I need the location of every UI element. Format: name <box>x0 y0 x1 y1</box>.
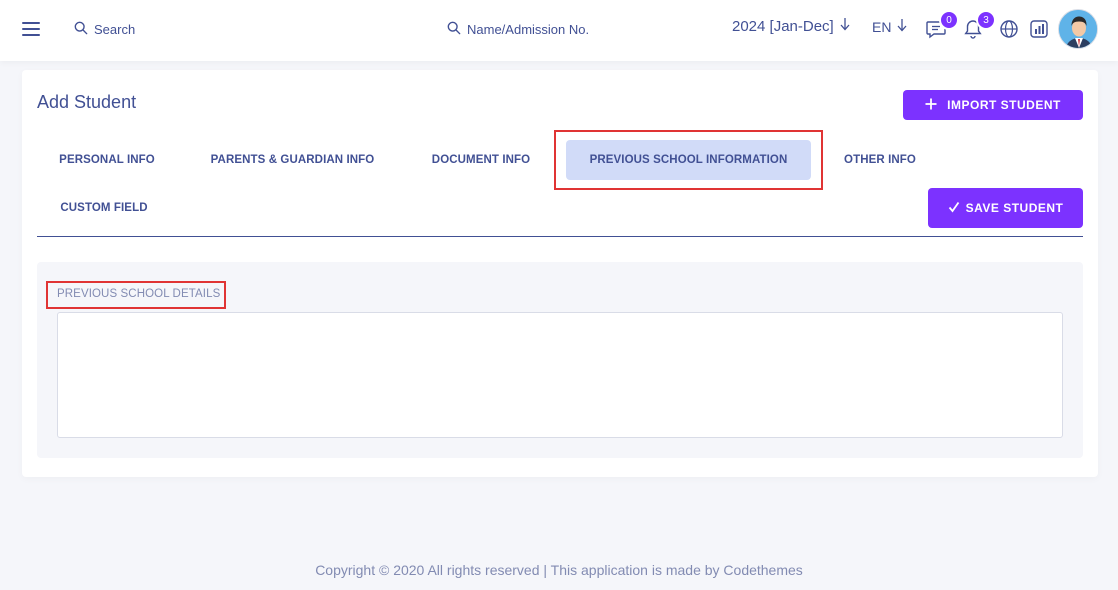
reports-button[interactable] <box>1028 18 1050 40</box>
search-icon <box>447 21 461 38</box>
messages-badge: 0 <box>939 10 959 30</box>
search-field[interactable]: Search <box>74 19 135 39</box>
import-student-button[interactable]: IMPORT STUDENT <box>903 90 1083 120</box>
arrow-down-icon <box>897 18 907 35</box>
website-button[interactable] <box>998 18 1020 40</box>
tab-other-info[interactable]: OTHER INFO <box>833 140 927 180</box>
previous-school-section: PREVIOUS SCHOOL DETAILS <box>37 262 1083 458</box>
chart-icon <box>1028 20 1050 44</box>
notifications-badge: 3 <box>976 10 996 30</box>
arrow-down-icon <box>840 17 850 35</box>
session-selector[interactable]: 2024 [Jan-Dec] <box>732 17 850 35</box>
chat-icon <box>925 21 947 44</box>
save-student-button[interactable]: SAVE STUDENT <box>928 188 1083 228</box>
globe-icon <box>998 20 1020 44</box>
language-label: EN <box>872 18 892 35</box>
tab-parents-guardian-info[interactable]: PARENTS & GUARDIAN INFO <box>200 140 385 180</box>
avatar[interactable] <box>1058 9 1098 49</box>
notifications-button[interactable]: 3 <box>962 10 996 40</box>
top-navbar: Search Name/Admission No. 2024 [Jan-Dec]… <box>0 0 1118 61</box>
footer-copyright: Copyright © 2020 All rights reserved | T… <box>315 562 803 578</box>
plus-icon <box>925 98 937 113</box>
highlight-box-tab <box>554 130 823 190</box>
highlight-box-label <box>46 281 226 309</box>
search-icon <box>74 21 88 38</box>
session-label: 2024 [Jan-Dec] <box>732 17 834 35</box>
search-label: Search <box>94 21 136 37</box>
language-selector[interactable]: EN <box>872 18 907 35</box>
tab-personal-info[interactable]: PERSONAL INFO <box>49 140 165 180</box>
save-student-label: SAVE STUDENT <box>965 201 1064 215</box>
bell-icon <box>962 20 984 44</box>
page-title: Add Student <box>37 92 137 112</box>
student-search-label: Name/Admission No. <box>467 21 590 37</box>
previous-school-details-input[interactable] <box>57 312 1063 438</box>
messages-button[interactable]: 0 <box>925 10 959 40</box>
tab-document-info[interactable]: DOCUMENT INFO <box>420 140 542 180</box>
tab-divider <box>37 236 1083 237</box>
student-search-field[interactable]: Name/Admission No. <box>447 19 589 39</box>
menu-icon[interactable] <box>22 22 40 36</box>
add-student-card: Add Student IMPORT STUDENT PERSONAL INFO… <box>22 70 1098 477</box>
tab-custom-field[interactable]: CUSTOM FIELD <box>49 188 159 228</box>
import-student-label: IMPORT STUDENT <box>947 98 1061 112</box>
check-icon <box>948 201 960 216</box>
